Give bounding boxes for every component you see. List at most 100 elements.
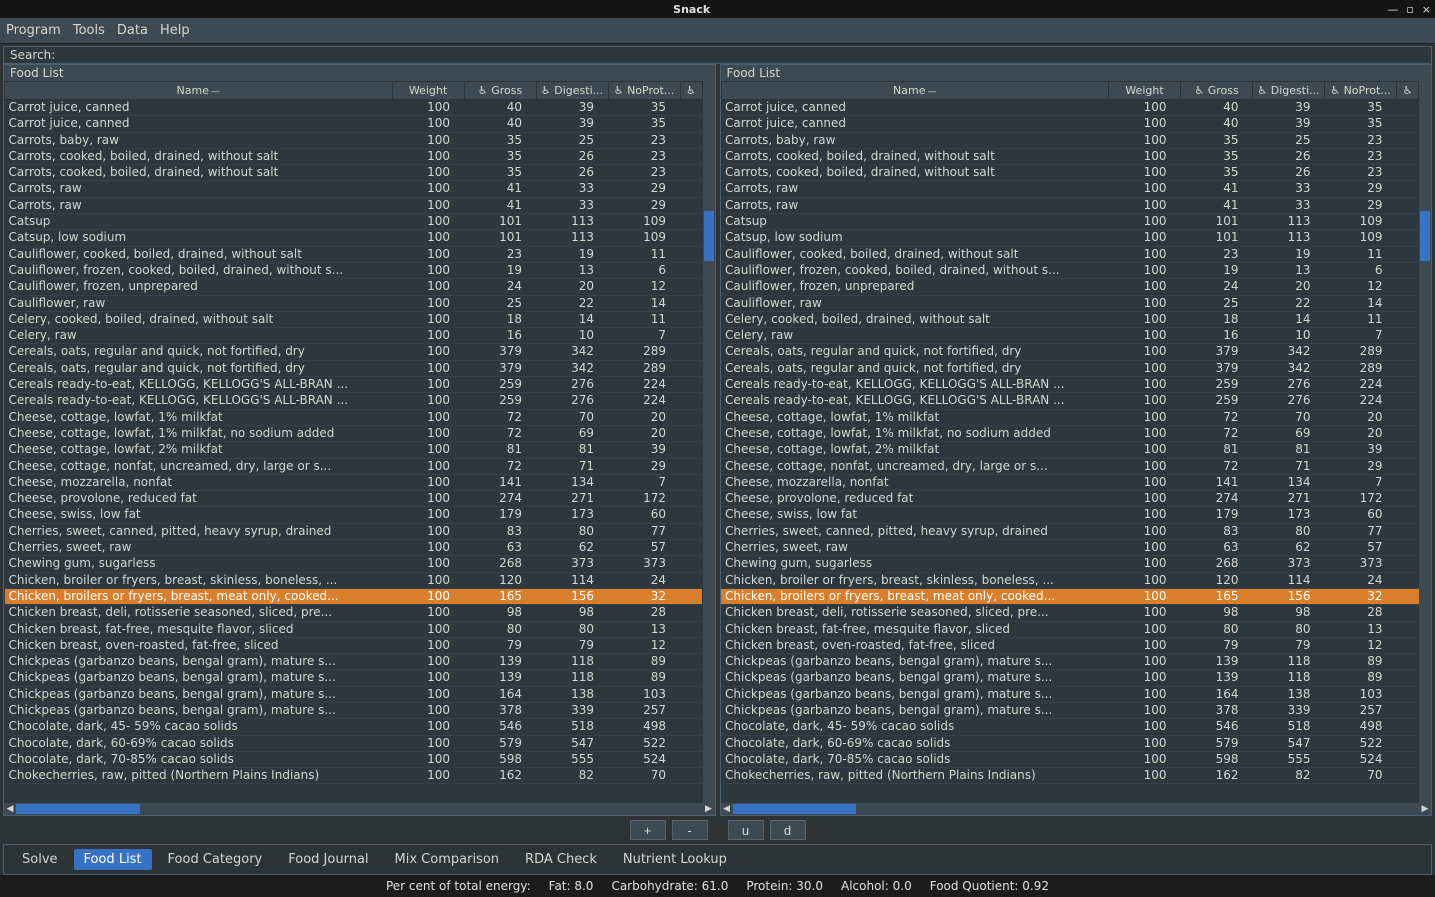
table-row[interactable]: Cheese, mozzarella, nonfat1001411347 (721, 474, 1419, 490)
col-more[interactable]: ♿ (1397, 82, 1419, 100)
table-row[interactable]: Cauliflower, raw100252214 (721, 295, 1419, 311)
window-minimize-icon[interactable]: — (1383, 3, 1402, 16)
col-more[interactable]: ♿ (680, 82, 702, 100)
table-row[interactable]: Cheese, cottage, nonfat, uncreamed, dry,… (721, 458, 1419, 474)
table-row[interactable]: Carrots, cooked, boiled, drained, withou… (721, 148, 1419, 164)
table-row[interactable]: Cheese, cottage, lowfat, 1% milkfat10072… (5, 409, 703, 425)
col-weight[interactable]: Weight (1109, 82, 1181, 100)
table-row[interactable]: Cereals ready-to-eat, KELLOGG, KELLOGG'S… (5, 393, 703, 409)
right-vertical-scrollbar[interactable] (1419, 81, 1431, 803)
table-row[interactable]: Chickpeas (garbanzo beans, bengal gram),… (5, 654, 703, 670)
move-down-button[interactable]: d (770, 820, 806, 840)
table-row[interactable]: Carrots, cooked, boiled, drained, withou… (721, 165, 1419, 181)
table-row[interactable]: Cherries, sweet, canned, pitted, heavy s… (721, 523, 1419, 539)
col-name[interactable]: Name— (721, 82, 1109, 100)
table-row[interactable]: Cereals ready-to-eat, KELLOGG, KELLOGG'S… (721, 393, 1419, 409)
left-horizontal-scrollbar[interactable]: ◀ ▶ (4, 803, 715, 815)
table-row[interactable]: Chokecherries, raw, pitted (Northern Pla… (5, 768, 703, 784)
table-row[interactable]: Carrot juice, canned100403935 (5, 100, 703, 116)
table-row[interactable]: Cherries, sweet, raw100636257 (5, 540, 703, 556)
table-row[interactable]: Chickpeas (garbanzo beans, bengal gram),… (721, 670, 1419, 686)
tab-mix[interactable]: Mix Comparison (385, 849, 510, 870)
table-row[interactable]: Cheese, cottage, lowfat, 2% milkfat10081… (721, 442, 1419, 458)
table-row[interactable]: Chocolate, dark, 45- 59% cacao solids100… (5, 719, 703, 735)
col-name[interactable]: Name— (5, 82, 393, 100)
window-close-icon[interactable]: × (1418, 3, 1435, 16)
table-row[interactable]: Carrots, cooked, boiled, drained, withou… (5, 165, 703, 181)
table-row[interactable]: Chicken breast, deli, rotisserie seasone… (721, 605, 1419, 621)
scroll-left-arrow-icon[interactable]: ◀ (721, 803, 733, 815)
table-row[interactable]: Chickpeas (garbanzo beans, bengal gram),… (721, 702, 1419, 718)
table-row[interactable]: Chicken breast, fat-free, mesquite flavo… (721, 621, 1419, 637)
table-row[interactable]: Cereals, oats, regular and quick, not fo… (5, 344, 703, 360)
table-row[interactable]: Cherries, sweet, raw100636257 (721, 540, 1419, 556)
table-row[interactable]: Cheese, swiss, low fat10017917360 (721, 507, 1419, 523)
table-row[interactable]: Chicken, broilers or fryers, breast, mea… (721, 588, 1419, 604)
table-row[interactable]: Cheese, provolone, reduced fat1002742711… (5, 491, 703, 507)
table-row[interactable]: Chicken, broiler or fryers, breast, skin… (721, 572, 1419, 588)
left-food-table[interactable]: Name— Weight ♿ Gross ♿ Digesti... ♿ NoPr… (4, 81, 703, 784)
table-row[interactable]: Carrot juice, canned100403935 (721, 116, 1419, 132)
right-food-table[interactable]: Name— Weight ♿ Gross ♿ Digesti... ♿ NoPr… (721, 81, 1420, 784)
table-row[interactable]: Cauliflower, raw100252214 (5, 295, 703, 311)
table-row[interactable]: Cauliflower, frozen, cooked, boiled, dra… (721, 262, 1419, 278)
table-row[interactable]: Celery, raw10016107 (5, 328, 703, 344)
table-row[interactable]: Celery, cooked, boiled, drained, without… (5, 311, 703, 327)
window-maximize-icon[interactable]: ▫ (1402, 3, 1417, 16)
table-row[interactable]: Cereals ready-to-eat, KELLOGG, KELLOGG'S… (5, 377, 703, 393)
table-row[interactable]: Chewing gum, sugarless100268373373 (5, 556, 703, 572)
table-row[interactable]: Cheese, cottage, lowfat, 1% milkfat10072… (721, 409, 1419, 425)
table-row[interactable]: Chicken, broilers or fryers, breast, mea… (5, 588, 703, 604)
move-up-button[interactable]: u (728, 820, 764, 840)
tab-journal[interactable]: Food Journal (278, 849, 378, 870)
scroll-right-arrow-icon[interactable]: ▶ (1419, 803, 1431, 815)
table-row[interactable]: Chewing gum, sugarless100268373373 (721, 556, 1419, 572)
table-row[interactable]: Cheese, cottage, nonfat, uncreamed, dry,… (5, 458, 703, 474)
table-row[interactable]: Cauliflower, frozen, unprepared100242012 (721, 279, 1419, 295)
table-row[interactable]: Cereals ready-to-eat, KELLOGG, KELLOGG'S… (721, 377, 1419, 393)
col-weight[interactable]: Weight (392, 82, 464, 100)
table-row[interactable]: Celery, cooked, boiled, drained, without… (721, 311, 1419, 327)
table-row[interactable]: Catsup100101113109 (5, 214, 703, 230)
tab-solve[interactable]: Solve (12, 849, 68, 870)
col-noprot[interactable]: ♿ NoProt... (608, 82, 680, 100)
table-row[interactable]: Chickpeas (garbanzo beans, bengal gram),… (721, 686, 1419, 702)
table-row[interactable]: Cauliflower, cooked, boiled, drained, wi… (721, 246, 1419, 262)
table-row[interactable]: Catsup100101113109 (721, 214, 1419, 230)
table-row[interactable]: Cereals, oats, regular and quick, not fo… (721, 360, 1419, 376)
table-row[interactable]: Chocolate, dark, 45- 59% cacao solids100… (721, 719, 1419, 735)
tab-rda[interactable]: RDA Check (515, 849, 607, 870)
table-row[interactable]: Cereals, oats, regular and quick, not fo… (721, 344, 1419, 360)
table-row[interactable]: Cheese, cottage, lowfat, 1% milkfat, no … (721, 425, 1419, 441)
table-row[interactable]: Celery, raw10016107 (721, 328, 1419, 344)
remove-button[interactable]: - (672, 820, 708, 840)
table-row[interactable]: Carrots, baby, raw100352523 (5, 132, 703, 148)
table-row[interactable]: Carrots, cooked, boiled, drained, withou… (5, 148, 703, 164)
table-row[interactable]: Chickpeas (garbanzo beans, bengal gram),… (5, 686, 703, 702)
tab-foodcat[interactable]: Food Category (158, 849, 273, 870)
left-vertical-scrollbar[interactable] (703, 81, 715, 803)
table-row[interactable]: Carrots, baby, raw100352523 (721, 132, 1419, 148)
col-digest[interactable]: ♿ Digesti... (1253, 82, 1325, 100)
scroll-left-arrow-icon[interactable]: ◀ (4, 803, 16, 815)
table-row[interactable]: Carrots, raw100413329 (5, 197, 703, 213)
table-row[interactable]: Chicken breast, deli, rotisserie seasone… (5, 605, 703, 621)
table-row[interactable]: Chocolate, dark, 60-69% cacao solids1005… (721, 735, 1419, 751)
table-row[interactable]: Chocolate, dark, 70-85% cacao solids1005… (721, 751, 1419, 767)
table-row[interactable]: Chicken, broiler or fryers, breast, skin… (5, 572, 703, 588)
table-row[interactable]: Cheese, swiss, low fat10017917360 (5, 507, 703, 523)
table-row[interactable]: Cherries, sweet, canned, pitted, heavy s… (5, 523, 703, 539)
menu-data[interactable]: Data (117, 23, 148, 38)
table-row[interactable]: Chokecherries, raw, pitted (Northern Pla… (721, 768, 1419, 784)
table-row[interactable]: Chocolate, dark, 60-69% cacao solids1005… (5, 735, 703, 751)
table-row[interactable]: Chickpeas (garbanzo beans, bengal gram),… (5, 702, 703, 718)
table-row[interactable]: Cauliflower, frozen, cooked, boiled, dra… (5, 262, 703, 278)
table-row[interactable]: Chocolate, dark, 70-85% cacao solids1005… (5, 751, 703, 767)
table-row[interactable]: Catsup, low sodium100101113109 (721, 230, 1419, 246)
table-row[interactable]: Cheese, cottage, lowfat, 1% milkfat, no … (5, 425, 703, 441)
table-row[interactable]: Cereals, oats, regular and quick, not fo… (5, 360, 703, 376)
table-row[interactable]: Chickpeas (garbanzo beans, bengal gram),… (721, 654, 1419, 670)
right-horizontal-scrollbar[interactable]: ◀ ▶ (721, 803, 1432, 815)
menu-help[interactable]: Help (160, 23, 190, 38)
table-row[interactable]: Catsup, low sodium100101113109 (5, 230, 703, 246)
